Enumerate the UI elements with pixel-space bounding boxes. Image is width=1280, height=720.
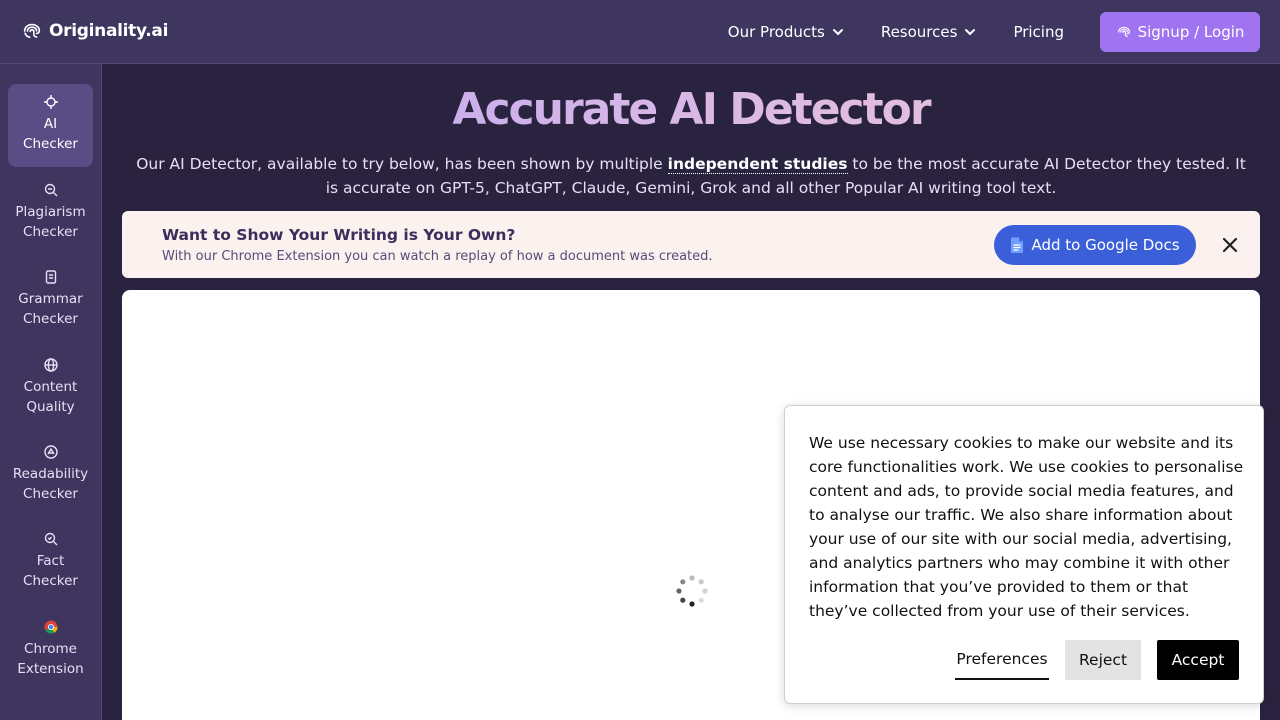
signup-login-button[interactable]: Signup / Login xyxy=(1100,12,1260,52)
sidebar-label: Content xyxy=(23,379,78,395)
sidebar-item-ai-checker[interactable]: AI Checker xyxy=(8,84,93,167)
sidebar-label: Plagiarism xyxy=(15,204,86,220)
close-icon[interactable] xyxy=(1220,235,1240,255)
hero-desc-text: Our AI Detector, available to try below,… xyxy=(136,155,668,173)
sidebar-label: Checker xyxy=(23,136,78,152)
sidebar-item-plagiarism-checker[interactable]: Plagiarism Checker xyxy=(8,182,93,252)
nav-label: Resources xyxy=(880,23,958,41)
sidebar-item-fact-checker[interactable]: Fact Checker xyxy=(8,531,93,601)
sidebar: AI Checker Plagiarism Checker Grammar Ch… xyxy=(0,64,102,720)
google-docs-icon xyxy=(1011,237,1024,253)
chevron-down-icon xyxy=(832,29,843,35)
cookie-text: We use necessary cookies to make our web… xyxy=(809,434,1244,620)
logo[interactable]: Originality.ai xyxy=(21,20,168,42)
sidebar-item-content-quality[interactable]: Content Quality xyxy=(8,357,93,427)
cookie-consent-dialog: We use necessary cookies to make our web… xyxy=(784,405,1264,704)
sidebar-label: Checker xyxy=(23,573,78,589)
preferences-button[interactable]: Preferences xyxy=(955,640,1049,680)
nav-resources[interactable]: Resources xyxy=(881,12,978,52)
sidebar-item-grammar-checker[interactable]: Grammar Checker xyxy=(8,269,93,339)
logo-text: Originality.ai xyxy=(49,21,169,41)
nav-label: Pricing xyxy=(1013,23,1064,41)
hero-description: Our AI Detector, available to try below,… xyxy=(130,152,1252,200)
loading-spinner-icon xyxy=(676,575,708,607)
top-navbar: Originality.ai Our Products Resources Pr… xyxy=(0,0,1280,64)
sidebar-label: Grammar xyxy=(18,291,83,307)
nav-label: Our Products xyxy=(727,23,825,41)
chrome-extension-banner: Want to Show Your Writing is Your Own? W… xyxy=(122,211,1260,278)
ai-checker-icon xyxy=(43,95,58,109)
nav-pricing[interactable]: Pricing xyxy=(1013,12,1064,52)
magnifier-icon xyxy=(44,532,57,546)
reject-button[interactable]: Reject xyxy=(1065,640,1141,680)
sidebar-label: Quality xyxy=(26,399,75,415)
independent-studies-link[interactable]: independent studies xyxy=(667,155,848,174)
magnifier-icon xyxy=(44,183,57,197)
page-title: Accurate AI Detector xyxy=(102,84,1280,135)
sidebar-label: Checker xyxy=(23,311,78,327)
brain-icon xyxy=(1117,26,1130,37)
sidebar-label: Readability xyxy=(12,466,89,482)
sidebar-label: Extension xyxy=(17,661,84,677)
banner-subtitle: With our Chrome Extension you can watch … xyxy=(162,249,713,264)
sidebar-label: Checker xyxy=(23,486,78,502)
signup-label: Signup / Login xyxy=(1137,23,1245,41)
chrome-icon xyxy=(44,620,57,634)
sidebar-label: Checker xyxy=(23,224,78,240)
sidebar-item-chrome-extension[interactable]: Chrome Extension xyxy=(8,619,93,689)
gdocs-label: Add to Google Docs xyxy=(1031,236,1180,254)
sidebar-label: Chrome xyxy=(24,641,77,657)
clipboard-icon xyxy=(45,270,56,284)
nav-our-products[interactable]: Our Products xyxy=(728,12,845,52)
sidebar-item-readability-checker[interactable]: Readability Checker xyxy=(8,444,93,514)
globe-icon xyxy=(43,358,58,372)
add-to-google-docs-button[interactable]: Add to Google Docs xyxy=(994,225,1196,265)
brain-icon xyxy=(23,23,41,39)
main-nav: Our Products Resources Pricing Signup / … xyxy=(728,12,1260,52)
readability-icon xyxy=(43,445,58,459)
sidebar-label: AI xyxy=(43,116,58,132)
accept-button[interactable]: Accept xyxy=(1157,640,1239,680)
sidebar-label: Fact xyxy=(36,553,65,569)
banner-title: Want to Show Your Writing is Your Own? xyxy=(162,226,516,244)
chevron-down-icon xyxy=(965,29,976,35)
